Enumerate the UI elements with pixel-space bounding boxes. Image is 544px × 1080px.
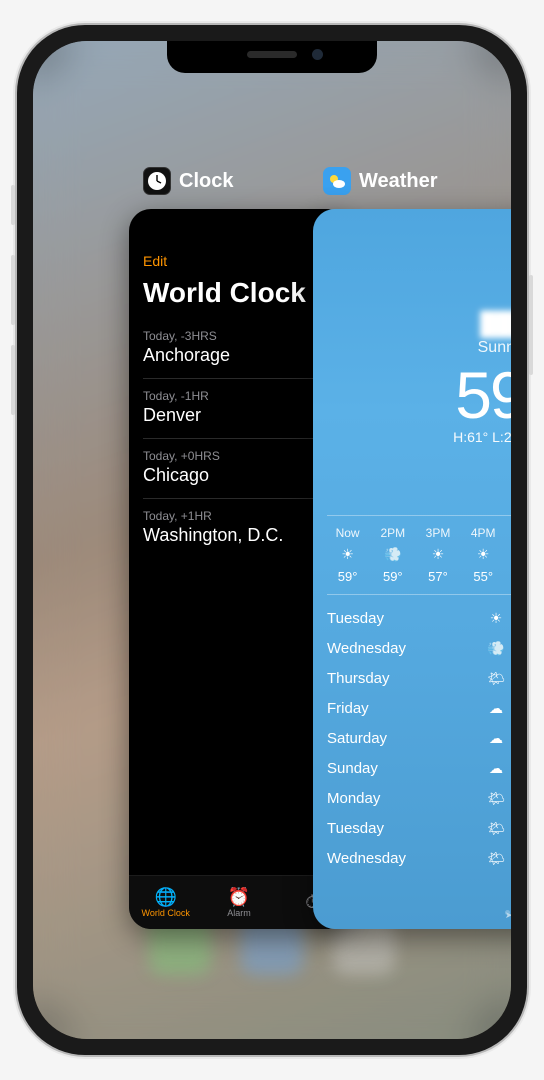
cloud-icon: ☁	[483, 760, 509, 777]
cloud-icon: ☁	[483, 700, 509, 717]
app-label-weather: Weather	[359, 170, 438, 193]
hour-temp: 57°	[428, 569, 448, 584]
wind-icon: 💨	[384, 546, 401, 563]
hour-label: 3PM	[426, 526, 451, 540]
day-row: Sunday ☁ 60%	[327, 753, 511, 783]
precip-chance: 60%	[509, 762, 511, 774]
app-label-clock: Clock	[179, 170, 233, 193]
location-arrow-icon: ➤	[505, 910, 510, 915]
hour-label: 4PM	[471, 526, 496, 540]
globe-icon: 🌐	[154, 888, 176, 906]
precip-chance: 40%	[509, 702, 511, 714]
phone-frame: Clock Weather Edit World Clock Today, -3…	[17, 25, 527, 1055]
day-name: Thursday	[327, 670, 483, 687]
partly-cloudy-icon: 🌤	[483, 850, 509, 867]
day-row: Wednesday 💨	[327, 633, 511, 663]
day-row: Thursday 🌤	[327, 663, 511, 693]
day-name: Wednesday	[327, 850, 483, 867]
hour-slot: 3PM ☀ 57°	[417, 526, 458, 584]
hour-slot: 4PM ☀ 55°	[463, 526, 504, 584]
app-switcher[interactable]: Clock Weather Edit World Clock Today, -3…	[33, 41, 511, 1039]
weather-hourly[interactable]: Now ☀ 59° 2PM 💨 59° 3PM ☀ 57°	[327, 515, 511, 595]
city-offset: Today, +1HR	[143, 509, 283, 523]
hour-temp: 59°	[338, 569, 358, 584]
weather-location: ████	[327, 311, 511, 337]
day-name: Wednesday	[327, 640, 483, 657]
world-clock-row[interactable]: Today, -3HRS Anchorage 1	[143, 319, 337, 378]
day-name: Tuesday	[327, 820, 483, 837]
weather-daily[interactable]: Tuesday ☀ Wednesday 💨 Thursday 🌤	[327, 603, 511, 873]
partly-cloudy-icon: 🌤	[483, 670, 509, 687]
wind-icon: 💨	[483, 640, 509, 657]
tab-world-clock[interactable]: 🌐 World Clock	[129, 876, 202, 929]
day-row: Wednesday 🌤	[327, 843, 511, 873]
tab-alarm[interactable]: ⏰ Alarm	[202, 876, 275, 929]
day-row: Tuesday ☀	[327, 603, 511, 633]
page-title: World Clock	[143, 277, 337, 309]
page-indicator[interactable]: ➤	[505, 910, 511, 915]
world-clock-row[interactable]: Today, +1HR Washington, D.C.	[143, 498, 337, 558]
cloud-icon: ☁	[483, 730, 509, 747]
app-card-weather[interactable]: ████ Sunny 59° H:61° L:27° Now ☀ 59° 2PM…	[313, 209, 511, 929]
day-name: Monday	[327, 790, 483, 807]
city-name: Anchorage	[143, 345, 230, 366]
sun-icon: ☀	[483, 610, 509, 627]
city-offset: Today, -3HRS	[143, 329, 230, 343]
app-header-clock[interactable]: Clock	[143, 167, 233, 195]
weather-temperature: 59°	[327, 357, 511, 433]
app-header-weather[interactable]: Weather	[323, 167, 438, 195]
mute-switch	[11, 185, 15, 225]
hour-temp: 59°	[383, 569, 403, 584]
tab-label: Alarm	[227, 908, 251, 918]
clock-icon	[143, 167, 171, 195]
city-offset: Today, +0HRS	[143, 449, 220, 463]
edit-button[interactable]: Edit	[143, 253, 337, 269]
volume-up-button	[11, 255, 15, 325]
world-clock-list: Today, -3HRS Anchorage 1 Today, -1HR Den…	[143, 319, 337, 558]
weather-high-low: H:61° L:27°	[327, 429, 511, 445]
hour-slot: Now ☀ 59°	[327, 526, 368, 584]
city-name: Chicago	[143, 465, 220, 486]
day-row: Tuesday 🌤	[327, 813, 511, 843]
world-clock-row[interactable]: Today, -1HR Denver 1	[143, 378, 337, 438]
hour-temp: 55°	[473, 569, 493, 584]
hour-slot: 2PM 💨 59°	[372, 526, 413, 584]
hour-slot: 4:4 Su	[508, 526, 511, 584]
city-offset: Today, -1HR	[143, 389, 209, 403]
sun-icon: ☀	[341, 546, 354, 563]
city-name: Denver	[143, 405, 209, 426]
hour-label: Now	[336, 526, 360, 540]
day-row: Friday ☁ 40%	[327, 693, 511, 723]
day-name: Sunday	[327, 760, 483, 777]
hour-label: 2PM	[380, 526, 405, 540]
alarm-icon: ⏰	[228, 888, 250, 906]
day-name: Saturday	[327, 730, 483, 747]
notch	[167, 41, 377, 73]
sun-icon: ☀	[477, 546, 490, 563]
city-name: Washington, D.C.	[143, 525, 283, 546]
day-row: Monday 🌤	[327, 783, 511, 813]
side-button	[529, 275, 533, 375]
weather-condition: Sunny	[327, 339, 511, 357]
day-name: Friday	[327, 700, 483, 717]
day-name: Tuesday	[327, 610, 483, 627]
weather-icon	[323, 167, 351, 195]
tab-label: World Clock	[141, 908, 189, 918]
precip-chance: 60%	[509, 732, 511, 744]
volume-down-button	[11, 345, 15, 415]
partly-cloudy-icon: 🌤	[483, 790, 509, 807]
world-clock-row[interactable]: Today, +0HRS Chicago	[143, 438, 337, 498]
screen: Clock Weather Edit World Clock Today, -3…	[33, 41, 511, 1039]
sun-icon: ☀	[432, 546, 445, 563]
day-row: Saturday ☁ 60%	[327, 723, 511, 753]
partly-cloudy-icon: 🌤	[483, 820, 509, 837]
